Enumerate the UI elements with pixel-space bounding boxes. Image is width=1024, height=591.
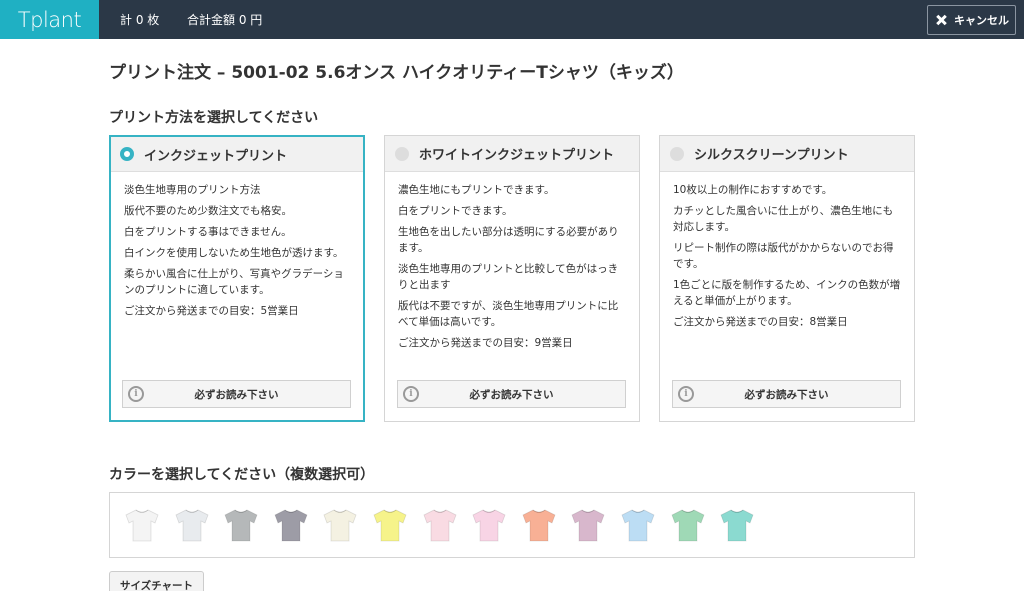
total-amount: 合計金額 0 円 (187, 13, 263, 27)
tshirt-icon (125, 509, 159, 542)
tshirt-icon (522, 509, 556, 542)
tshirt-icon (175, 509, 209, 542)
print-method-card-inkjet[interactable]: インクジェットプリント 淡色生地専用のプリント方法 版代不要のため少数注文でも格… (109, 135, 365, 422)
color-swatch[interactable] (718, 506, 756, 544)
description-line: 白をプリントできます。 (398, 205, 513, 217)
color-heading: カラーを選択してください（複数選択可） (109, 467, 375, 483)
tshirt-icon (472, 509, 506, 542)
color-swatch[interactable] (272, 506, 310, 544)
must-read-label: 必ずお読み下さい (744, 388, 829, 401)
radio-icon[interactable] (670, 146, 684, 161)
must-read-label: 必ずお読み下さい (194, 388, 279, 401)
description-line: 10枚以上の制作におすすめです。 (673, 184, 833, 196)
top-bar: Tplant 計 0 枚 合計金額 0 円 キャンセル (0, 0, 1024, 39)
card-header[interactable]: シルクスクリーンプリント (660, 136, 914, 172)
description-line: 濃色生地にもプリントできます。 (398, 184, 555, 196)
description-line: ご注文から発送までの目安：8営業日 (673, 316, 848, 328)
print-method-card-silkscreen[interactable]: シルクスクリーンプリント 10枚以上の制作におすすめです。 カチッとした風合いに… (659, 135, 915, 422)
tshirt-icon (274, 509, 308, 542)
card-header[interactable]: ホワイトインクジェットプリント (385, 136, 639, 172)
description-line: カチッとした風合いに仕上がり、濃色生地にも対応します。 (673, 205, 894, 233)
print-method-card-white-inkjet[interactable]: ホワイトインクジェットプリント 濃色生地にもプリントできます。 白をプリントでき… (384, 135, 640, 422)
page-title: プリント注文 – 5001-02 5.6オンス ハイクオリティーTシャツ（キッズ… (109, 63, 684, 83)
description-line: ご注文から発送までの目安：9営業日 (398, 337, 573, 349)
tshirt-icon (571, 509, 605, 542)
card-description: 淡色生地専用のプリント方法 版代不要のため少数注文でも格安。 白をプリントする事… (111, 172, 363, 319)
size-chart-button[interactable]: サイズチャート (109, 571, 204, 591)
tshirt-icon (423, 509, 457, 542)
description-line: 淡色生地専用のプリントと比較して色がはっきりと出ます (398, 263, 619, 291)
description-line: 生地色を出したい部分は透明にする必要があります。 (398, 226, 619, 254)
color-swatch[interactable] (222, 506, 260, 544)
description-line: 1色ごとに版を制作するため、インクの色数が増えると単価が上がります。 (673, 279, 901, 307)
close-icon (934, 13, 948, 27)
card-description: 濃色生地にもプリントできます。 白をプリントできます。 生地色を出したい部分は透… (385, 172, 639, 351)
radio-icon[interactable] (120, 147, 134, 161)
cancel-button-label: キャンセル (954, 14, 1009, 27)
card-title: インクジェットプリント (144, 148, 288, 164)
print-method-heading: プリント方法を選択してください (109, 110, 319, 126)
color-swatch[interactable] (470, 506, 508, 544)
color-swatch[interactable] (173, 506, 211, 544)
color-swatch-panel (109, 492, 915, 558)
info-icon: i (128, 386, 144, 402)
description-line: 版代は不要ですが、淡色生地専用プリントに比べて単価は高いです。 (398, 300, 619, 328)
tshirt-icon (323, 509, 357, 542)
description-line: リピート制作の際は版代がかからないのでお得です。 (673, 242, 894, 270)
cancel-button[interactable]: キャンセル (927, 5, 1016, 35)
color-swatch[interactable] (321, 506, 359, 544)
color-swatch[interactable] (123, 506, 161, 544)
color-swatch[interactable] (619, 506, 657, 544)
color-swatch[interactable] (669, 506, 707, 544)
description-line: 白をプリントする事はできません。 (124, 226, 292, 238)
color-swatch[interactable] (371, 506, 409, 544)
card-header[interactable]: インクジェットプリント (111, 137, 363, 172)
color-swatch[interactable] (520, 506, 558, 544)
tshirt-icon (224, 509, 258, 542)
color-swatch[interactable] (421, 506, 459, 544)
description-line: 版代不要のため少数注文でも格安。 (124, 205, 292, 217)
card-title: ホワイトインクジェットプリント (419, 148, 615, 163)
description-line: 柔らかい風合に仕上がり、写真やグラデーションのプリントに適しています。 (124, 268, 344, 296)
tshirt-icon (671, 509, 705, 542)
description-line: 淡色生地専用のプリント方法 (124, 184, 261, 196)
info-icon: i (403, 386, 419, 402)
item-count: 計 0 枚 (120, 13, 160, 27)
logo[interactable]: Tplant (0, 0, 99, 39)
color-swatch[interactable] (569, 506, 607, 544)
radio-icon[interactable] (395, 146, 409, 161)
description-line: ご注文から発送までの目安：5営業日 (124, 305, 299, 317)
description-line: 白インクを使用しないため生地色が透けます。 (124, 247, 344, 259)
must-read-label: 必ずお読み下さい (469, 388, 554, 401)
tshirt-icon (621, 509, 655, 542)
card-title: シルクスクリーンプリント (694, 148, 849, 163)
card-description: 10枚以上の制作におすすめです。 カチッとした風合いに仕上がり、濃色生地にも対応… (660, 172, 914, 330)
tshirt-icon (373, 509, 407, 542)
must-read-button[interactable]: i 必ずお読み下さい (397, 380, 626, 408)
tshirt-icon (720, 509, 754, 542)
must-read-button[interactable]: i 必ずお読み下さい (672, 380, 901, 408)
must-read-button[interactable]: i 必ずお読み下さい (122, 380, 351, 408)
info-icon: i (678, 386, 694, 402)
